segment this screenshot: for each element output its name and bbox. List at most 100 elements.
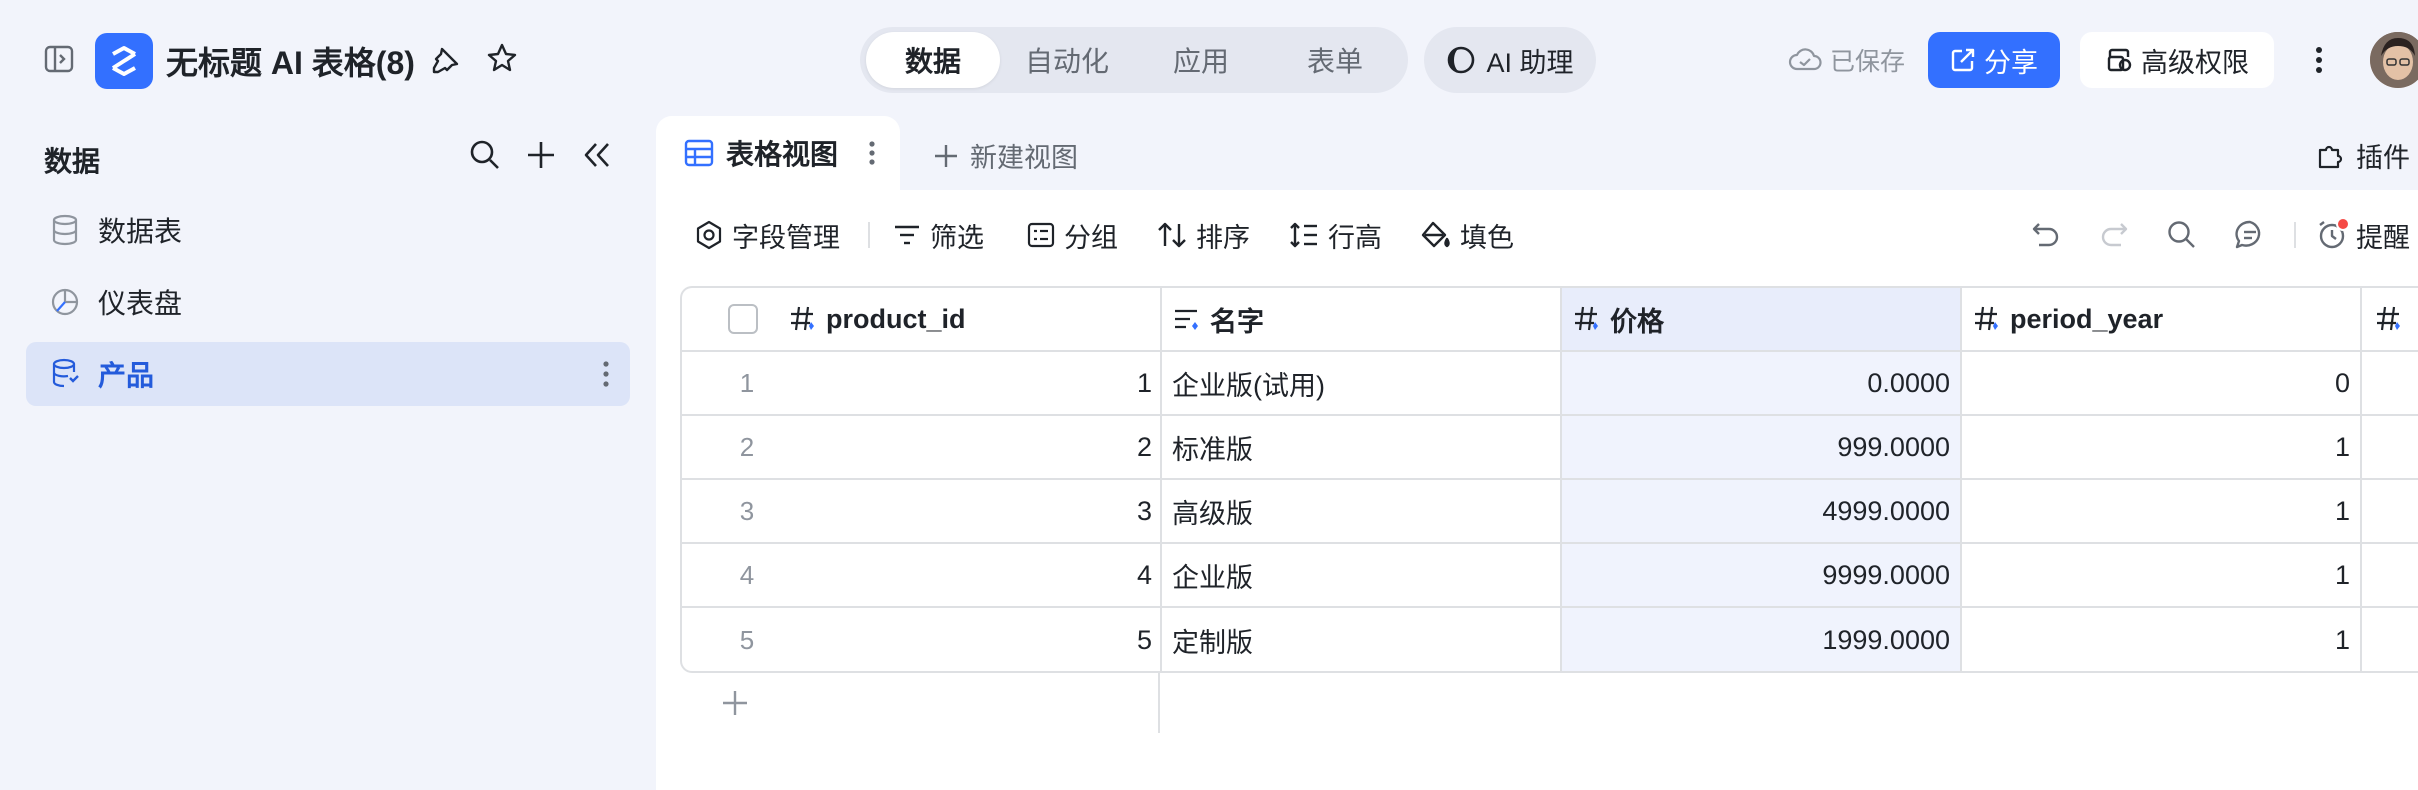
dashboard-icon bbox=[51, 288, 79, 316]
cell-price[interactable]: 999.0000 bbox=[1562, 416, 1962, 480]
pin-button[interactable] bbox=[428, 42, 464, 78]
column-header-next[interactable] bbox=[2362, 288, 2418, 352]
toolbar-divider bbox=[868, 222, 870, 248]
cell-product-id[interactable]: 55 bbox=[682, 608, 1162, 671]
cell-next[interactable] bbox=[2362, 480, 2418, 544]
product-id-value: 2 bbox=[1136, 431, 1152, 462]
add-row-button[interactable] bbox=[720, 688, 750, 718]
group-label: 分组 bbox=[1064, 222, 1118, 253]
cell-next[interactable] bbox=[2362, 608, 2418, 671]
view-tab-grid[interactable]: 表格视图 bbox=[656, 116, 900, 190]
tab-automation[interactable]: 自动化 bbox=[1000, 32, 1134, 88]
number-field-icon bbox=[791, 306, 814, 331]
header-row: product_id 名字 价格 period_year bbox=[682, 288, 2418, 352]
table-search-button[interactable] bbox=[2166, 210, 2198, 260]
main-tabs: 数据 自动化 应用 表单 bbox=[860, 27, 1408, 93]
table-row[interactable]: 11 企业版(试用) 0.0000 0 bbox=[682, 352, 2418, 416]
cell-name[interactable]: 企业版(试用) bbox=[1162, 352, 1562, 416]
product-id-value: 1 bbox=[1136, 367, 1152, 398]
table-row[interactable]: 44 企业版 9999.0000 1 bbox=[682, 544, 2418, 608]
reminder-label: 提醒 bbox=[2356, 222, 2410, 253]
favorite-button[interactable] bbox=[484, 40, 520, 76]
group-button[interactable]: 分组 bbox=[1026, 210, 1118, 260]
cell-period-year[interactable]: 1 bbox=[1962, 608, 2362, 671]
cell-price[interactable]: 9999.0000 bbox=[1562, 544, 1962, 608]
share-button[interactable]: 分享 bbox=[1928, 32, 2060, 88]
new-view-button[interactable]: 新建视图 bbox=[932, 136, 1078, 175]
filter-label: 筛选 bbox=[930, 222, 984, 253]
app-root: 无标题 AI 表格(8) 数据 自动化 应用 表单 AI 助理 已保存 分享 高… bbox=[0, 0, 2418, 790]
column-divider bbox=[1158, 673, 1160, 733]
cell-product-id[interactable]: 11 bbox=[682, 352, 1162, 416]
table-toolbar: 字段管理 筛选 分组 排序 行高 填色 提醒 bbox=[656, 210, 2418, 260]
row-height-button[interactable]: 行高 bbox=[1288, 210, 1382, 260]
star-icon bbox=[487, 43, 517, 72]
cell-price[interactable]: 4999.0000 bbox=[1562, 480, 1962, 544]
column-header-price[interactable]: 价格 bbox=[1562, 288, 1962, 352]
cell-next[interactable] bbox=[2362, 416, 2418, 480]
sidebar-toggle-icon bbox=[44, 45, 74, 73]
view-tab-label: 表格视图 bbox=[726, 139, 839, 170]
number-field-icon bbox=[1575, 306, 1598, 331]
row-number: 4 bbox=[739, 559, 755, 590]
redo-button[interactable] bbox=[2098, 210, 2130, 260]
data-sidebar: 数据 数据表 仪表盘 产品 bbox=[0, 118, 650, 790]
cell-product-id[interactable]: 44 bbox=[682, 544, 1162, 608]
cell-period-year[interactable]: 1 bbox=[1962, 544, 2362, 608]
cell-next[interactable] bbox=[2362, 352, 2418, 416]
sort-button[interactable]: 排序 bbox=[1156, 210, 1250, 260]
cell-price[interactable]: 0.0000 bbox=[1562, 352, 1962, 416]
plus-icon bbox=[935, 144, 957, 167]
cell-name[interactable]: 高级版 bbox=[1162, 480, 1562, 544]
vertical-ellipsis-icon[interactable] bbox=[868, 139, 876, 167]
sidebar-search-button[interactable] bbox=[468, 138, 502, 172]
plugins-button[interactable]: 插件 bbox=[2316, 136, 2410, 175]
sidebar-item-more-button[interactable] bbox=[602, 360, 610, 388]
cell-name[interactable]: 企业版 bbox=[1162, 544, 1562, 608]
advanced-permissions-button[interactable]: 高级权限 bbox=[2080, 32, 2274, 88]
tab-data[interactable]: 数据 bbox=[866, 32, 1000, 88]
column-header-period-year[interactable]: period_year bbox=[1962, 288, 2362, 352]
row-height-icon bbox=[1290, 222, 1317, 248]
tab-forms[interactable]: 表单 bbox=[1268, 32, 1402, 88]
user-avatar[interactable] bbox=[2370, 32, 2418, 88]
cell-name[interactable]: 标准版 bbox=[1162, 416, 1562, 480]
comments-button[interactable] bbox=[2234, 210, 2266, 260]
cell-period-year[interactable]: 1 bbox=[1962, 416, 2362, 480]
table-row[interactable]: 33 高级版 4999.0000 1 bbox=[682, 480, 2418, 544]
undo-button[interactable] bbox=[2030, 210, 2062, 260]
cell-product-id[interactable]: 33 bbox=[682, 480, 1162, 544]
document-title[interactable]: 无标题 AI 表格(8) bbox=[166, 38, 415, 84]
plus-icon bbox=[528, 142, 554, 168]
user-avatar-image bbox=[2370, 32, 2418, 88]
tab-apps[interactable]: 应用 bbox=[1134, 32, 1268, 88]
table-row[interactable]: 22 标准版 999.0000 1 bbox=[682, 416, 2418, 480]
table-row[interactable]: 55 定制版 1999.0000 1 bbox=[682, 608, 2418, 671]
cell-name[interactable]: 定制版 bbox=[1162, 608, 1562, 671]
sidebar-add-button[interactable] bbox=[524, 138, 558, 172]
toggle-sidebar-button[interactable] bbox=[42, 42, 76, 76]
cell-period-year[interactable]: 0 bbox=[1962, 352, 2362, 416]
cell-product-id[interactable]: 22 bbox=[682, 416, 1162, 480]
collapse-sidebar-button[interactable] bbox=[580, 138, 614, 172]
ai-assistant-button[interactable]: AI 助理 bbox=[1424, 27, 1596, 93]
cell-next[interactable] bbox=[2362, 544, 2418, 608]
sidebar-item-datatable[interactable]: 数据表 bbox=[26, 198, 630, 262]
app-logo bbox=[95, 33, 153, 89]
sidebar-item-products[interactable]: 产品 bbox=[26, 342, 630, 406]
more-options-button[interactable] bbox=[2304, 42, 2334, 78]
ai-assistant-icon bbox=[1448, 46, 1475, 74]
field-manage-button[interactable]: 字段管理 bbox=[694, 210, 840, 260]
fill-color-button[interactable]: 填色 bbox=[1420, 210, 1514, 260]
filter-button[interactable]: 筛选 bbox=[892, 210, 984, 260]
column-header-product-id[interactable]: product_id bbox=[682, 288, 1162, 352]
number-field-icon bbox=[2377, 306, 2400, 331]
sidebar-item-dashboard[interactable]: 仪表盘 bbox=[26, 270, 630, 334]
column-header-name[interactable]: 名字 bbox=[1162, 288, 1562, 352]
select-all-checkbox[interactable] bbox=[728, 304, 758, 334]
number-field-icon bbox=[1975, 306, 1998, 331]
cell-period-year[interactable]: 1 bbox=[1962, 480, 2362, 544]
search-icon bbox=[2168, 221, 2195, 248]
reminder-button[interactable]: 提醒 bbox=[2316, 210, 2410, 260]
cell-price[interactable]: 1999.0000 bbox=[1562, 608, 1962, 671]
